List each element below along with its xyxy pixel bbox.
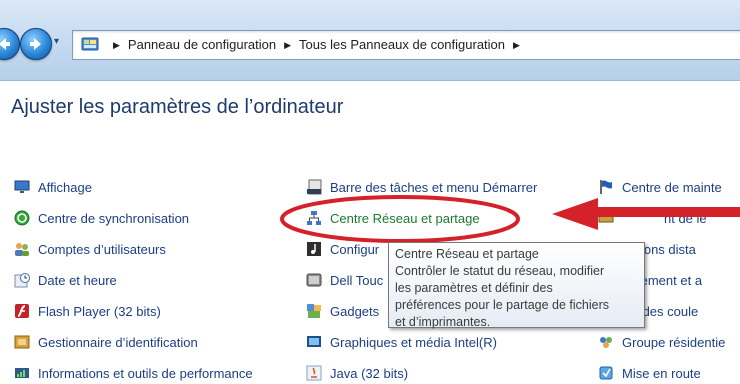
- item-centre-maintenance[interactable]: Centre de mainte: [598, 176, 722, 198]
- item-label: Gadgets: [330, 303, 380, 319]
- item-label: Flash Player (32 bits): [38, 303, 161, 319]
- item-configurer-son[interactable]: Configur: [306, 238, 379, 260]
- item-centre-synchronisation[interactable]: Centre de synchronisation: [14, 207, 189, 229]
- network-icon: [306, 210, 322, 226]
- item-label: nt de le: [664, 210, 707, 226]
- keyboard-icon: [598, 210, 614, 226]
- item-dell-touchpad[interactable]: Dell Touc: [306, 269, 383, 291]
- java-icon: [306, 365, 322, 381]
- item-label: Centre de synchronisation: [38, 210, 190, 226]
- touchpad-icon: [306, 272, 322, 288]
- flash-icon: [14, 303, 30, 319]
- item-barre-taches[interactable]: Barre des tâches et menu Démarrer: [306, 176, 537, 198]
- item-label: Graphiques et média Intel(R): [330, 334, 497, 350]
- performance-icon: [14, 365, 30, 381]
- sound-icon: [306, 241, 322, 257]
- homegroup-icon: [598, 334, 614, 350]
- item-flash-player[interactable]: Flash Player (32 bits): [14, 300, 161, 322]
- item-mise-en-route[interactable]: Mise en route: [598, 362, 701, 384]
- tooltip-centre-reseau: Centre Réseau et partage Contrôler le st…: [388, 242, 645, 329]
- forward-button[interactable]: [20, 28, 52, 60]
- breadcrumb: ▶ Panneau de configuration ▶ Tous les Panne…: [105, 37, 528, 52]
- gadgets-icon: [306, 303, 322, 319]
- tooltip-title: Centre Réseau et partage: [395, 247, 539, 261]
- item-label: Affichage: [38, 179, 92, 195]
- item-java[interactable]: Java (32 bits): [306, 362, 408, 384]
- tooltip-line: et d’imprimantes.: [395, 315, 491, 329]
- item-col3-row2[interactable]: nt de le: [598, 207, 707, 229]
- tooltip-line: préférences pour le partage de fichiers: [395, 298, 610, 312]
- forward-arrow-icon: [30, 38, 41, 50]
- item-label: Centre Réseau et partage: [330, 210, 480, 226]
- item-affichage[interactable]: Affichage: [14, 176, 92, 198]
- item-label: Configur: [330, 241, 380, 257]
- recent-pages-dropdown[interactable]: ▾: [54, 36, 59, 47]
- breadcrumb-separator: ▶: [113, 40, 120, 50]
- sync-icon: [14, 210, 30, 226]
- item-centre-reseau-partage[interactable]: Centre Réseau et partage: [306, 207, 480, 229]
- tooltip-line: les paramètres et définir des: [395, 281, 553, 295]
- item-informations-performance[interactable]: Informations et outils de performance: [14, 362, 253, 384]
- breadcrumb-separator[interactable]: ▶: [513, 40, 520, 51]
- item-label: Java (32 bits): [330, 365, 409, 381]
- back-button[interactable]: [0, 28, 20, 60]
- vault-icon: [14, 334, 30, 350]
- flag-icon: [598, 179, 614, 195]
- item-label: Mise en route: [622, 365, 701, 381]
- item-comptes-utilisateurs[interactable]: Comptes d’utilisateurs: [14, 238, 166, 260]
- tooltip-line: Contrôler le statut du réseau, modifier: [395, 264, 605, 278]
- users-icon: [14, 241, 30, 257]
- control-panel-icon: [81, 37, 99, 51]
- breadcrumb-item-tous[interactable]: Tous les Panneaux de configuration: [299, 37, 505, 52]
- intel-graphics-icon: [306, 334, 322, 350]
- getting-started-icon: [598, 365, 614, 381]
- item-graphiques-intel[interactable]: Graphiques et média Intel(R): [306, 331, 497, 353]
- item-label: Centre de mainte: [622, 179, 722, 195]
- item-label: Comptes d’utilisateurs: [38, 241, 166, 257]
- clock-icon: [14, 272, 30, 288]
- item-label: Dell Touc: [330, 272, 384, 288]
- monitor-icon: [14, 179, 30, 195]
- item-gestionnaire-identification[interactable]: Gestionnaire d’identification: [14, 331, 198, 353]
- item-date-heure[interactable]: Date et heure: [14, 269, 117, 291]
- breadcrumb-separator[interactable]: ▶: [284, 40, 291, 51]
- back-arrow-icon: [0, 38, 10, 50]
- taskbar-icon: [306, 179, 322, 195]
- address-path-box[interactable]: ▶ Panneau de configuration ▶ Tous les Panne…: [72, 30, 740, 60]
- item-label: Groupe résidentie: [622, 334, 726, 350]
- breadcrumb-item-panneau[interactable]: Panneau de configuration: [128, 37, 276, 52]
- item-groupe-residentiel[interactable]: Groupe résidentie: [598, 331, 725, 353]
- item-label: Barre des tâches et menu Démarrer: [330, 179, 538, 195]
- item-gadgets[interactable]: Gadgets: [306, 300, 379, 322]
- item-label: Gestionnaire d’identification: [38, 334, 198, 350]
- item-label: Informations et outils de performance: [38, 365, 253, 381]
- item-label: Date et heure: [38, 272, 117, 288]
- address-bar: ▾ ▶ Panneau de configuration ▶ Tous les Pan…: [0, 0, 740, 81]
- page-title: Ajuster les paramètres de l’ordinateur: [11, 96, 344, 118]
